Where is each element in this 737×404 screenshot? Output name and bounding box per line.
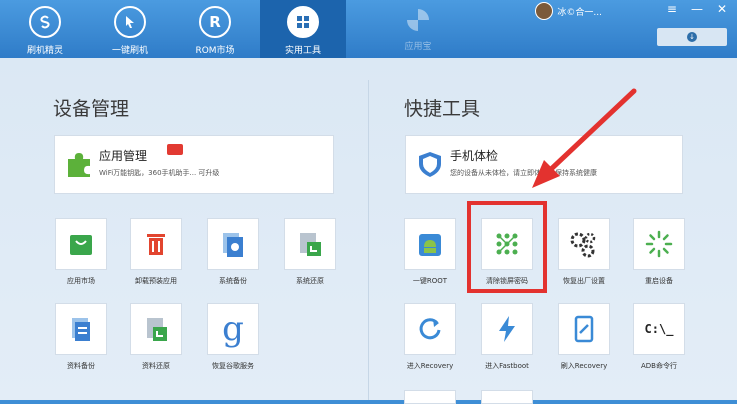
annotation-arrow (532, 88, 637, 188)
